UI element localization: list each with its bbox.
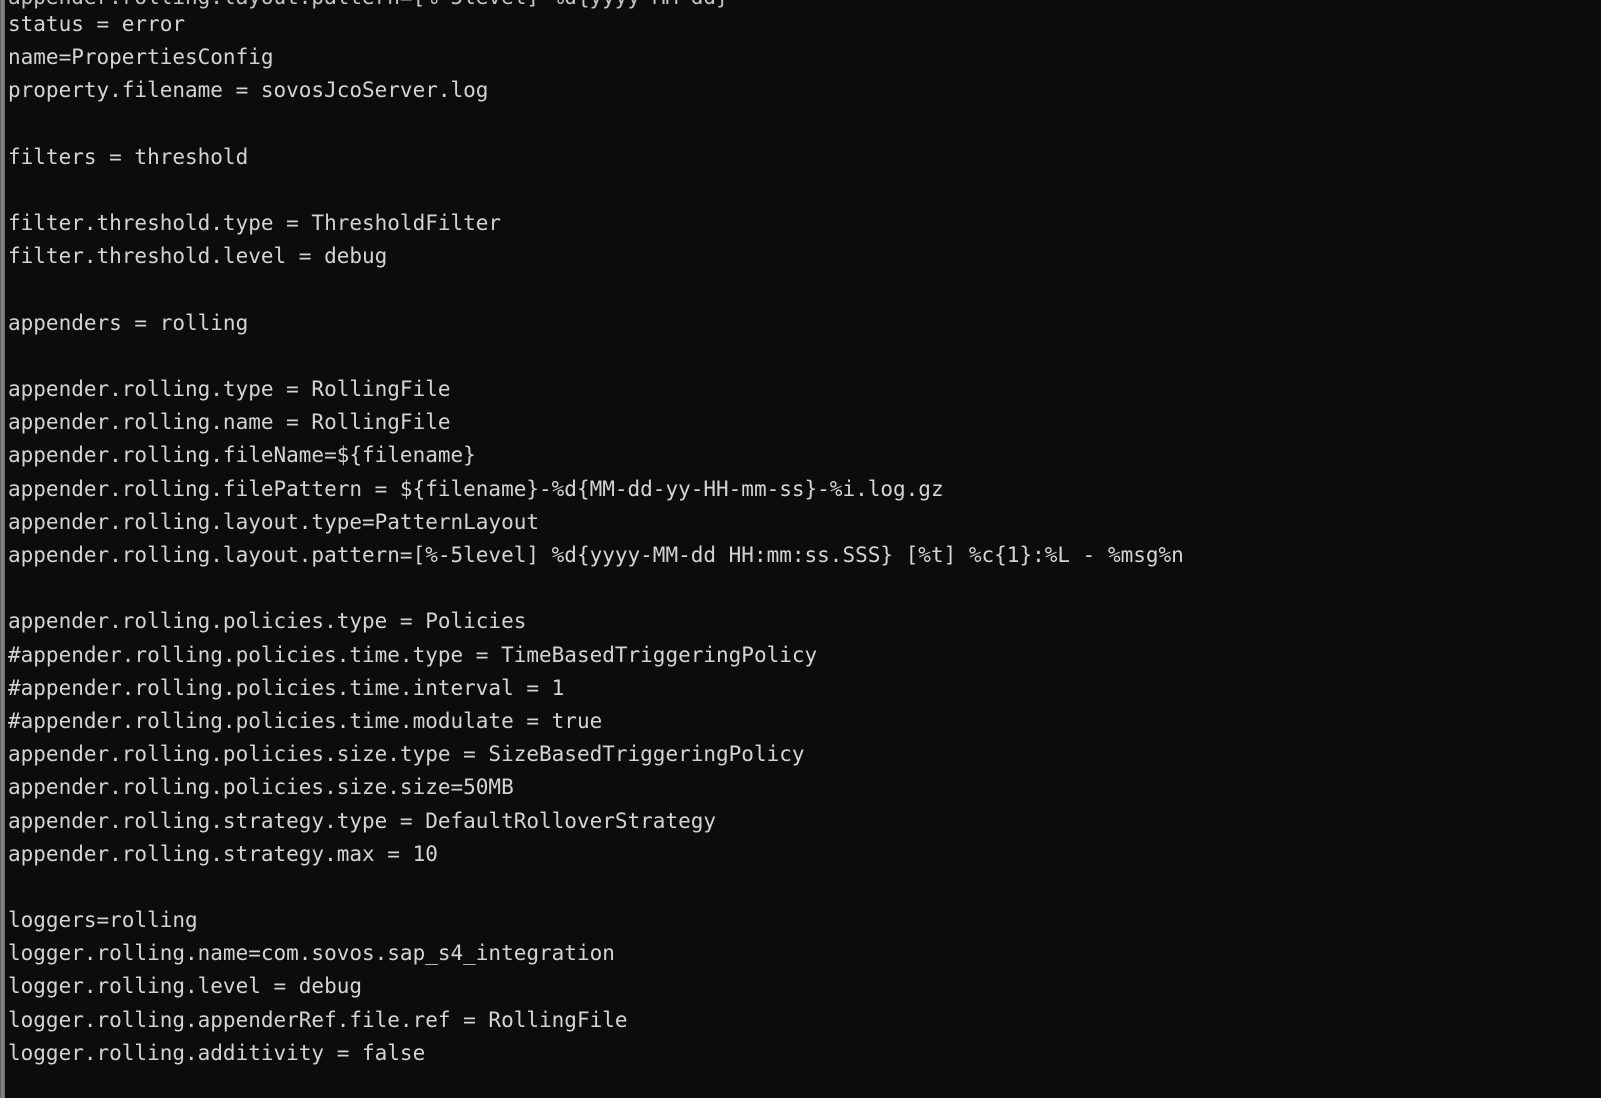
- code-line: logger.rolling.name=com.sovos.sap_s4_int…: [8, 941, 615, 966]
- code-line: #appender.rolling.policies.time.modulate…: [8, 708, 603, 733]
- code-line: appender.rolling.layout.pattern=[%-5leve…: [8, 543, 1184, 567]
- code-line: appender.rolling.fileName=${filename}: [8, 443, 476, 468]
- code-line: appender.rolling.type = RollingFile: [8, 377, 451, 402]
- code-line: appenders = rolling: [8, 310, 249, 335]
- editor-left-scroll-gutter[interactable]: [0, 0, 5, 1098]
- code-line: filter.threshold.type = ThresholdFilter: [8, 211, 502, 236]
- code-line: appender.rolling.policies.size.size=50MB: [8, 775, 514, 800]
- code-line: property.filename = sovosJcoServer.log: [8, 78, 489, 103]
- code-line: loggers=rolling: [8, 908, 198, 933]
- code-line: appender.rolling.policies.size.type = Si…: [8, 742, 805, 767]
- code-line: logger.rolling.level = debug: [8, 974, 363, 999]
- code-text-area[interactable]: status = error name=PropertiesConfig prope…: [8, 8, 1601, 1098]
- code-line: appender.rolling.filePattern = ${filenam…: [8, 476, 944, 501]
- code-line: #appender.rolling.policies.time.interval…: [8, 675, 565, 700]
- code-line: appender.rolling.strategy.type = Default…: [8, 808, 717, 833]
- code-line: filter.threshold.level = debug: [8, 244, 388, 269]
- code-line: filters = threshold: [8, 144, 249, 169]
- code-line: #appender.rolling.policies.time.type = T…: [8, 642, 818, 667]
- code-line: appender.rolling.name = RollingFile: [8, 410, 451, 435]
- code-line: name=PropertiesConfig: [8, 45, 274, 70]
- code-line: status = error: [8, 12, 186, 36]
- code-line: appender.rolling.layout.type=PatternLayo…: [8, 509, 540, 534]
- code-line: appender.rolling.policies.type = Policie…: [8, 609, 527, 634]
- code-line: appender.rolling.strategy.max = 10: [8, 841, 438, 866]
- code-line: logger.rolling.additivity = false: [8, 1040, 426, 1065]
- code-line: logger.rolling.appenderRef.file.ref = Ro…: [8, 1007, 628, 1032]
- code-editor-window: appender.rolling.layout.pattern=[%-5leve…: [0, 0, 1601, 1098]
